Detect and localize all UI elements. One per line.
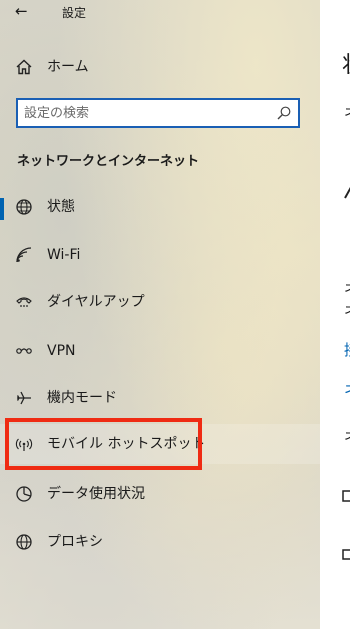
- main-text-fragment: ネ: [344, 280, 350, 300]
- data-usage-icon: [15, 485, 33, 503]
- main-content-pane: 状 ネ ネ ネ 接 ネ ネ: [320, 0, 350, 629]
- main-text-fragment: ネ: [344, 428, 350, 448]
- nav-item-dialup[interactable]: ダイヤルアップ: [0, 282, 320, 322]
- dialup-icon: [15, 293, 33, 311]
- highlight-annotation: [5, 418, 202, 470]
- search-input[interactable]: [24, 103, 272, 123]
- home-icon: [15, 58, 33, 76]
- title-bar: ← 設定: [0, 0, 320, 24]
- airplane-icon: [15, 389, 33, 407]
- vpn-icon: [15, 342, 33, 360]
- app-title: 設定: [62, 6, 87, 20]
- nav-item-proxy-label: プロキシ: [47, 534, 103, 550]
- nav-item-home[interactable]: ホーム: [0, 47, 320, 87]
- nav-item-vpn-label: VPN: [47, 343, 76, 359]
- nav-item-status-label: 状態: [47, 199, 75, 215]
- main-link-fragment[interactable]: ネ: [344, 380, 350, 400]
- device-icon: [342, 548, 350, 562]
- search-icon[interactable]: [276, 105, 292, 121]
- proxy-globe-icon: [15, 533, 33, 551]
- nav-item-wifi-label: Wi-Fi: [47, 247, 81, 263]
- nav-item-airplane-mode-label: 機内モード: [47, 390, 117, 406]
- main-link-fragment[interactable]: 接: [344, 340, 350, 360]
- section-title: ネットワークとインターネット: [17, 154, 200, 169]
- nav-item-wifi[interactable]: Wi-Fi: [0, 235, 320, 275]
- selection-indicator: [0, 198, 4, 220]
- back-button[interactable]: ←: [15, 2, 28, 20]
- wifi-icon: [15, 246, 33, 264]
- network-status-icon: [343, 178, 350, 200]
- nav-item-proxy[interactable]: プロキシ: [0, 522, 320, 562]
- ethernet-icon: [342, 488, 350, 504]
- nav-item-data-usage[interactable]: データ使用状況: [0, 474, 320, 514]
- nav-item-status[interactable]: 状態: [0, 187, 320, 227]
- nav-item-data-usage-label: データ使用状況: [47, 486, 145, 502]
- nav-item-home-label: ホーム: [47, 59, 89, 75]
- settings-search-box[interactable]: [16, 98, 300, 128]
- globe-status-icon: [15, 198, 33, 216]
- nav-item-vpn[interactable]: VPN: [0, 331, 320, 371]
- nav-item-dialup-label: ダイヤルアップ: [47, 294, 145, 310]
- main-text-fragment: ネ: [344, 302, 350, 322]
- main-page-title: 状: [342, 55, 350, 77]
- settings-sidebar: ← 設定 ホーム ネットワークとインターネット: [0, 0, 320, 629]
- main-text-fragment: ネ: [344, 104, 350, 124]
- nav-item-airplane-mode[interactable]: 機内モード: [0, 378, 320, 418]
